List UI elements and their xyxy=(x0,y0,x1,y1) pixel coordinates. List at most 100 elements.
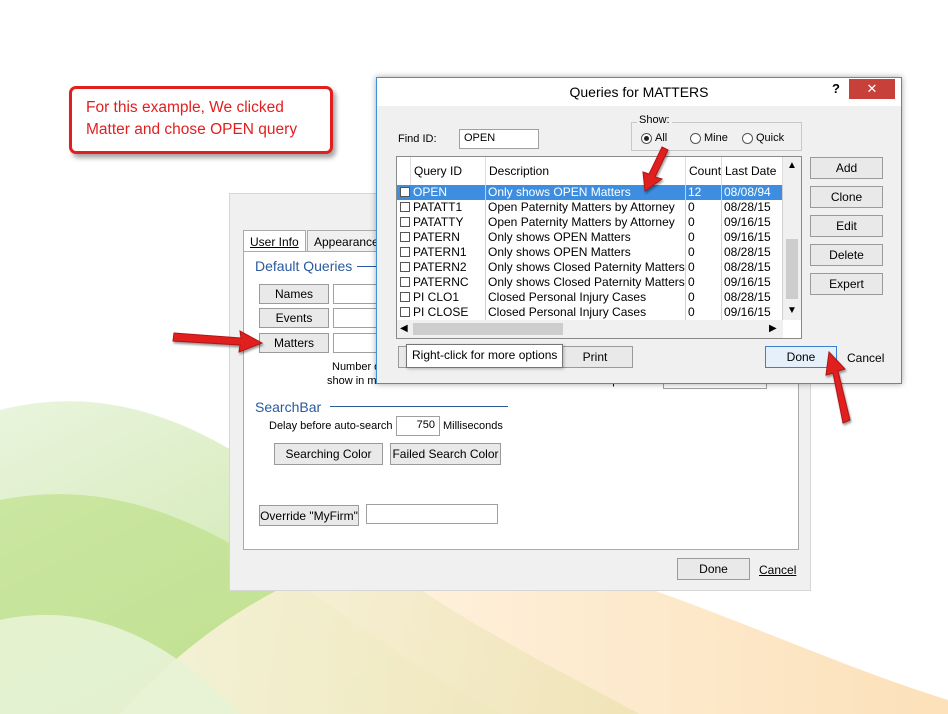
row-checkbox[interactable] xyxy=(400,247,410,257)
cell-count: 0 xyxy=(686,215,722,230)
cancel-link-back[interactable]: Cancel xyxy=(759,563,796,577)
queries-dialog: Queries for MATTERS ? ✕ Find ID: OPEN Sh… xyxy=(376,77,902,384)
table-row[interactable]: PATERN2 Only shows Closed Paternity Matte… xyxy=(397,260,783,275)
cell-last-date: 08/08/94 xyxy=(722,185,783,200)
show-mine-label: Mine xyxy=(704,132,728,144)
clone-button[interactable]: Clone xyxy=(810,186,883,208)
table-row[interactable]: OPEN Only shows OPEN Matters 12 08/08/94 xyxy=(397,185,783,200)
cell-description: Only shows OPEN Matters xyxy=(486,245,686,260)
row-checkbox[interactable] xyxy=(400,232,410,242)
scroll-left-icon[interactable]: ◀ xyxy=(400,323,408,334)
tab-appearance[interactable]: Appearance xyxy=(307,230,386,253)
callout-line-1: For this example, We clicked xyxy=(86,99,284,116)
cell-last-date: 09/16/15 xyxy=(722,275,783,290)
table-row[interactable]: PATERN Only shows OPEN Matters 0 09/16/15 xyxy=(397,230,783,245)
milliseconds-label: Milliseconds xyxy=(443,420,503,432)
done-button-back[interactable]: Done xyxy=(677,558,750,580)
cell-last-date: 08/28/15 xyxy=(722,290,783,305)
table-row[interactable]: PI CLO1 Closed Personal Injury Cases 0 08/2… xyxy=(397,290,783,305)
scroll-down-icon[interactable]: ▼ xyxy=(787,305,797,316)
table-row[interactable]: PATERN1 Only shows OPEN Matters 0 08/28/15 xyxy=(397,245,783,260)
close-icon[interactable]: ✕ xyxy=(849,79,895,99)
events-button[interactable]: Events xyxy=(259,308,329,328)
delete-button[interactable]: Delete xyxy=(810,244,883,266)
scroll-right-icon[interactable]: ▶ xyxy=(769,323,777,334)
instruction-callout: For this example, We clicked Matter and … xyxy=(69,86,333,154)
find-id-input[interactable]: OPEN xyxy=(459,129,539,149)
cell-query-id: PATERN1 xyxy=(411,245,486,260)
cell-query-id: PATERN2 xyxy=(411,260,486,275)
cell-description: Only shows OPEN Matters xyxy=(486,230,686,245)
cell-description: Closed Personal Injury Cases xyxy=(486,290,686,305)
row-checkbox[interactable] xyxy=(400,262,410,272)
row-checkbox[interactable] xyxy=(400,307,410,317)
expert-button[interactable]: Expert xyxy=(810,273,883,295)
cell-count: 0 xyxy=(686,200,722,215)
failed-search-color-button[interactable]: Failed Search Color xyxy=(390,443,501,465)
cell-description: Closed Personal Injury Cases xyxy=(486,305,686,320)
grid-header: Query ID Description Count Last Date xyxy=(397,157,801,186)
override-myfirm-input[interactable] xyxy=(366,504,498,524)
callout-line-2: Matter and chose OPEN query xyxy=(86,121,298,138)
scroll-up-icon[interactable]: ▲ xyxy=(787,160,797,171)
column-header-last-date[interactable]: Last Date xyxy=(722,157,783,185)
cell-last-date: 09/16/15 xyxy=(722,305,783,320)
cell-count: 0 xyxy=(686,305,722,320)
row-checkbox[interactable] xyxy=(400,187,410,197)
matters-button[interactable]: Matters xyxy=(259,333,329,353)
default-queries-title: Default Queries xyxy=(255,258,353,274)
grid-header-check xyxy=(397,157,411,185)
cell-count: 12 xyxy=(686,185,722,200)
show-quick-radio[interactable] xyxy=(742,133,753,144)
done-button[interactable]: Done xyxy=(765,346,837,368)
cell-last-date: 09/16/15 xyxy=(722,230,783,245)
edit-button[interactable]: Edit xyxy=(810,215,883,237)
cell-description: Only shows Closed Paternity Matters xyxy=(488,275,686,290)
table-row[interactable]: PATERNC Only shows Closed Paternity Matte… xyxy=(397,275,783,290)
searchbar-title: SearchBar xyxy=(255,399,322,415)
hscroll-thumb[interactable] xyxy=(413,323,563,335)
row-checkbox[interactable] xyxy=(400,292,410,302)
delay-input[interactable]: 750 xyxy=(396,416,440,436)
row-checkbox[interactable] xyxy=(400,277,410,287)
column-header-description[interactable]: Description xyxy=(486,157,686,185)
show-all-radio[interactable] xyxy=(641,133,652,144)
cell-query-id: PI CLO1 xyxy=(411,290,486,305)
help-icon[interactable]: ? xyxy=(832,81,840,96)
queries-grid: Query ID Description Count Last Date OPE… xyxy=(396,156,802,339)
show-all-label: All xyxy=(655,132,668,144)
table-row[interactable]: PATATT1 Open Paternity Matters by Attorne… xyxy=(397,200,783,215)
find-id-label: Find ID: xyxy=(398,133,437,145)
show-label: Show: xyxy=(637,114,672,126)
number-label: Number o xyxy=(332,361,381,373)
add-button[interactable]: Add xyxy=(810,157,883,179)
searching-color-button[interactable]: Searching Color xyxy=(274,443,383,465)
cell-query-id: PATATTY xyxy=(411,215,486,230)
show-mine-radio[interactable] xyxy=(690,133,701,144)
column-header-count[interactable]: Count xyxy=(686,157,722,185)
table-row[interactable]: PI CLOSE Closed Personal Injury Cases 0 09/… xyxy=(397,305,783,320)
cell-query-id: PATATT1 xyxy=(411,200,486,215)
row-checkbox[interactable] xyxy=(400,202,410,212)
names-button[interactable]: Names xyxy=(259,284,329,304)
cell-last-date: 08/28/15 xyxy=(722,245,783,260)
grid-vertical-scrollbar[interactable]: ▲ ▼ xyxy=(783,157,801,320)
searchbar-divider xyxy=(330,406,508,407)
print-button[interactable]: Print xyxy=(557,346,633,368)
cell-description: Only shows Closed Paternity Matters xyxy=(488,260,686,275)
dialog-title: Queries for MATTERS xyxy=(569,84,709,100)
tab-user-info[interactable]: User Info xyxy=(243,230,306,253)
table-row[interactable]: PATATTY Open Paternity Matters by Attorne… xyxy=(397,215,783,230)
cell-last-date: 08/28/15 xyxy=(722,200,783,215)
grid-horizontal-scrollbar[interactable]: ◀ ▶ xyxy=(397,320,783,338)
cell-description: Open Paternity Matters by Attorney xyxy=(486,215,686,230)
cell-query-id: PI CLOSE xyxy=(411,305,486,320)
cell-count: 0 xyxy=(686,275,722,290)
cell-last-date: 08/28/15 xyxy=(722,260,783,275)
column-header-query-id[interactable]: Query ID xyxy=(411,157,486,185)
override-myfirm-button[interactable]: Override "MyFirm" xyxy=(259,505,359,526)
scroll-thumb[interactable] xyxy=(786,239,798,299)
cancel-link[interactable]: Cancel xyxy=(847,351,884,365)
delay-label: Delay before auto-search xyxy=(269,420,393,432)
row-checkbox[interactable] xyxy=(400,217,410,227)
